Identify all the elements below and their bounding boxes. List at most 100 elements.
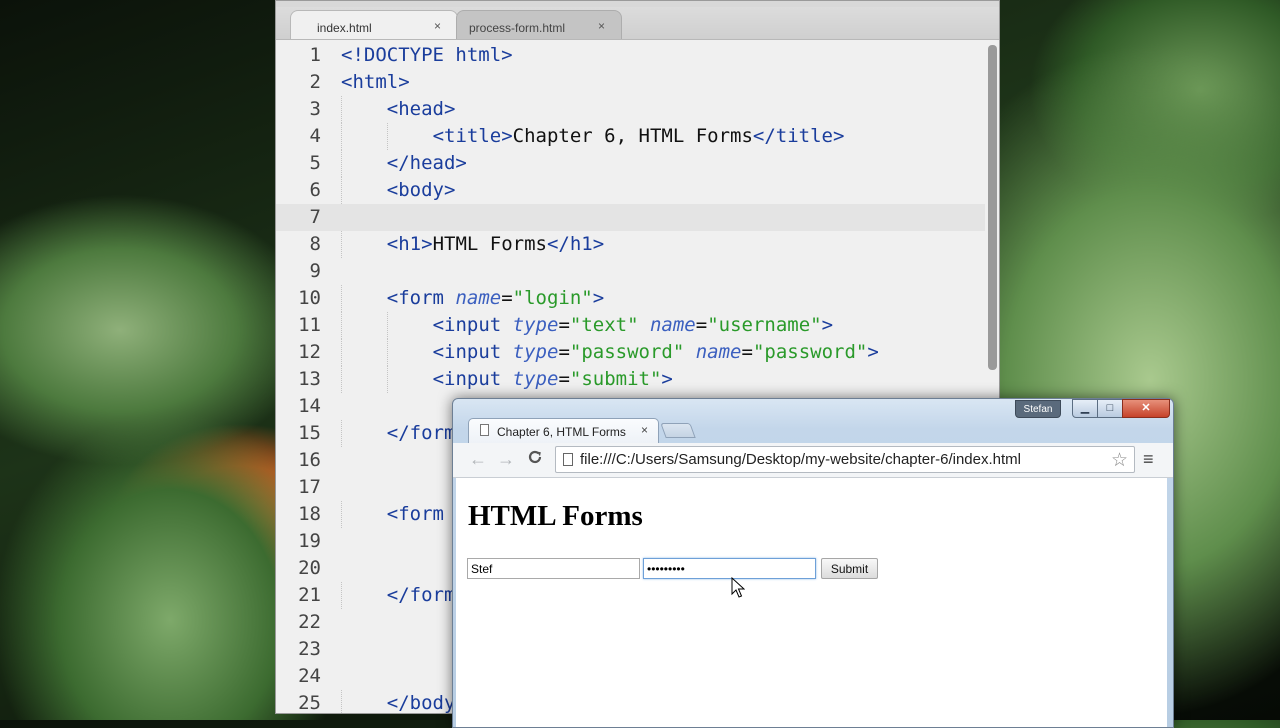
code-token: = [558, 368, 570, 390]
code-line[interactable]: 6 <body> [276, 177, 985, 204]
code-line[interactable]: 3 <head> [276, 96, 985, 123]
line-number: 9 [309, 260, 321, 282]
code-token: "password" [569, 341, 696, 363]
browser-toolbar: ← → file:///C:/Users/Samsung/Desktop/my-… [453, 443, 1173, 478]
code-line[interactable]: 10 <form name="login"> [276, 285, 985, 312]
username-input[interactable] [467, 558, 640, 579]
tab-process-form-html[interactable]: process-form.html × [456, 10, 622, 39]
minimize-button[interactable]: ▁ [1072, 399, 1098, 418]
menu-icon[interactable]: ≡ [1143, 449, 1154, 470]
password-input[interactable] [643, 558, 816, 579]
back-arrow-icon[interactable]: ← [469, 449, 487, 470]
close-icon[interactable]: × [434, 19, 441, 33]
indent-guide [341, 582, 342, 609]
reload-icon-glyph [528, 450, 542, 464]
profile-badge[interactable]: Stefan [1015, 400, 1061, 418]
indent-guide [341, 285, 342, 312]
code-token: <head> [386, 98, 456, 120]
close-icon[interactable]: × [598, 19, 605, 33]
line-number: 5 [309, 152, 321, 174]
code-token: "submit" [569, 368, 662, 390]
code-token: <input [432, 341, 513, 363]
code-line[interactable]: 9 [276, 258, 985, 285]
line-number: 16 [298, 449, 321, 471]
indent-guide [341, 339, 342, 366]
line-number: 10 [298, 287, 321, 309]
code-text: <input type="submit"> [433, 366, 673, 393]
code-line[interactable]: 7 [276, 204, 985, 231]
close-icon[interactable]: × [641, 423, 648, 437]
code-token: > [867, 341, 879, 363]
url-text: file:///C:/Users/Samsung/Desktop/my-webs… [580, 451, 1021, 468]
line-number: 17 [298, 476, 321, 498]
code-token: <title> [432, 125, 513, 147]
bookmark-star-icon[interactable]: ☆ [1111, 449, 1128, 472]
line-number: 11 [298, 314, 321, 336]
code-token: = [558, 314, 570, 336]
code-token: name [455, 287, 502, 309]
editor-tab-bar: index.html × process-form.html × [276, 7, 999, 40]
code-text: </head> [387, 150, 467, 177]
code-token: <body> [386, 179, 456, 201]
code-token: name [649, 314, 696, 336]
code-line[interactable]: 5 </head> [276, 150, 985, 177]
browser-window: Stefan ▁ □ ✕ Chapter 6, HTML Forms × ← →… [452, 398, 1174, 728]
maximize-button[interactable]: □ [1097, 399, 1123, 418]
forward-arrow-icon[interactable]: → [497, 449, 515, 470]
new-tab-button[interactable] [660, 423, 696, 438]
code-token: </title> [752, 125, 845, 147]
code-token: <!DOCTYPE html> [341, 44, 513, 66]
code-text: <head> [387, 96, 456, 123]
line-number: 22 [298, 611, 321, 633]
indent-guide [386, 312, 388, 339]
code-token: <form [386, 287, 456, 309]
address-bar[interactable]: file:///C:/Users/Samsung/Desktop/my-webs… [555, 446, 1135, 473]
code-line[interactable]: 8 <h1>HTML Forms</h1> [276, 231, 985, 258]
code-token: <h1> [386, 233, 433, 255]
line-number: 4 [309, 125, 321, 147]
tab-index-html[interactable]: index.html × [290, 10, 458, 39]
submit-button[interactable]: Submit [821, 558, 878, 579]
close-window-button[interactable]: ✕ [1122, 399, 1170, 418]
code-token: > [821, 314, 834, 336]
code-token: type [512, 368, 559, 390]
code-line[interactable]: 4 <title>Chapter 6, HTML Forms</title> [276, 123, 985, 150]
indent-guide [341, 231, 342, 258]
code-line[interactable]: 12 <input type="password" name="password"… [276, 339, 985, 366]
line-number: 12 [298, 341, 321, 363]
code-token: = [695, 314, 708, 336]
browser-tab[interactable]: Chapter 6, HTML Forms × [468, 418, 659, 443]
code-token: name [695, 341, 742, 363]
reload-icon[interactable] [527, 449, 543, 470]
indent-guide [341, 96, 342, 123]
code-token: Chapter 6, HTML Forms [512, 125, 753, 147]
line-number: 18 [298, 503, 321, 525]
line-number: 25 [298, 692, 321, 714]
line-number: 3 [309, 98, 321, 120]
code-line[interactable]: 2 <html> [276, 69, 985, 96]
indent-guide [386, 366, 388, 393]
indent-guide [341, 312, 342, 339]
code-text: <form [387, 501, 444, 528]
line-number: 7 [309, 206, 321, 228]
code-token: type [512, 314, 559, 336]
code-line[interactable]: 11 <input type="text" name="username"> [276, 312, 985, 339]
code-token: <input [432, 314, 513, 336]
code-line[interactable]: 13 <input type="submit"> [276, 366, 985, 393]
code-text: <html> [341, 69, 410, 96]
mouse-cursor-icon [731, 577, 745, 598]
code-token: > [592, 287, 605, 309]
line-number: 8 [309, 233, 321, 255]
indent-guide [341, 420, 342, 447]
indent-guide [341, 501, 342, 528]
code-token: HTML Forms [432, 233, 547, 255]
code-text: <!DOCTYPE html> [341, 42, 513, 69]
code-token: "username" [707, 314, 822, 336]
editor-scrollbar[interactable] [988, 45, 997, 370]
line-number: 23 [298, 638, 321, 660]
indent-guide [341, 177, 342, 204]
indent-guide [341, 690, 342, 713]
indent-guide [386, 339, 388, 366]
indent-guide [341, 123, 342, 150]
code-line[interactable]: 1 <!DOCTYPE html> [276, 42, 985, 69]
